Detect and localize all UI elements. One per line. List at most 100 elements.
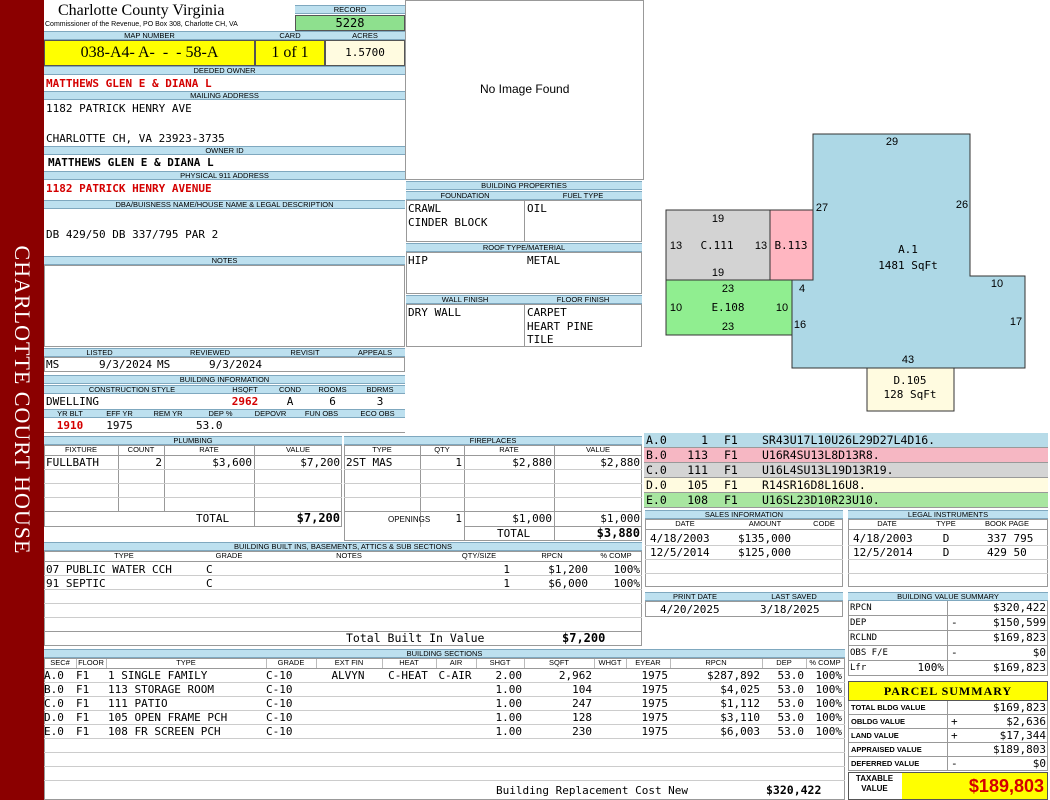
divider [44,631,642,632]
builtin-type: 91 SEPTIC [46,577,106,590]
bdrms-value: 3 [376,395,384,408]
value-summary-title: BUILDING VALUE SUMMARY [848,592,1048,601]
parcel-summary-label: LAND VALUE [851,731,899,740]
builtin-qty: 1 [503,563,510,576]
notes-label: NOTES [44,256,405,265]
style-label: CONSTRUCTION STYLE [44,385,220,394]
taxable-label: TAXABLE VALUE [855,774,894,793]
divider [266,659,267,668]
section-eyear: 1975 [641,669,669,682]
section-dep: 53.0 [777,725,805,738]
parcel-summary-title: PARCEL SUMMARY [848,681,1048,701]
rooms-label: ROOMS [310,385,355,394]
legal-date: 12/5/2014 [853,546,913,559]
value-summary-label: OBS F/E [850,648,888,658]
section-dep: 53.0 [777,669,805,682]
card-label: CARD [255,31,325,40]
cond-value: A [286,395,294,408]
roof-box [406,252,642,294]
mailing-address-line1: 1182 PATRICK HENRY AVE [46,102,192,115]
divider [645,559,843,560]
divider [76,659,77,668]
sketch-code-row: A.0 1 F1 SR43U17L10U26L29D27L4D16. [644,433,1048,448]
value-summary-row: OBS F/E - $0 [848,646,1048,661]
divider [947,601,948,615]
sections-col-sqft: SQFT [549,658,569,667]
physical-address-label: PHYSICAL 911 ADDRESS [44,171,405,180]
sketch-dim: 26 [956,199,968,211]
sketch-code-f: F1 [724,493,738,507]
sketch-code-n: 105 [687,478,708,492]
sketch-code-row: E.0 108 F1 U16SL23D10R23U10. [644,493,1048,508]
sections-col-comp: % COMP [809,658,841,667]
value-summary-value: $169,823 [993,631,1046,644]
sales-title: SALES INFORMATION [645,510,843,519]
legal-date: 4/18/2003 [853,532,913,545]
section-rpcn: $3,110 [720,711,760,724]
value-summary-label: Lfr [850,663,867,673]
divider [762,659,763,668]
sketch-code-sec: E.0 [646,493,667,507]
parcel-summary-value: $17,344 [999,729,1046,742]
sketch-dim: 27 [816,202,828,214]
parcel-summary-row: TOTAL BLDG VALUE $169,823 [848,701,1048,715]
section-floor: F1 [76,669,90,682]
dep-label: DEP % [193,409,248,418]
sketch-code-n: 1 [701,433,708,447]
openings-qty: 1 [455,512,462,525]
sketch-label-a: A.1 [898,243,918,256]
divider [524,200,525,242]
section-grade: C-10 [266,669,293,682]
divider [594,659,595,668]
record-value: 5228 [295,15,405,31]
value-summary-pct: 100% [917,661,945,674]
sketch-dim: 10 [776,302,788,314]
section-type: 108 FR SCREEN PCH [108,725,221,738]
sketch-code-sec: A.0 [646,433,667,447]
rooms-value: 6 [329,395,336,408]
sale-date: 4/18/2003 [650,532,710,545]
fireplaces-total-label: TOTAL [497,527,531,540]
value-summary-value: $0 [1032,646,1046,659]
sketch-code-f: F1 [724,448,738,462]
sketch-dim: 17 [1010,316,1022,328]
sketch-code-f: F1 [724,478,738,492]
section-type: 1 SINGLE FAMILY [108,669,208,682]
fireplaces-total: $3,880 [596,526,640,540]
wall-finish: DRY WALL [408,306,461,319]
sections-col-air: AIR [449,658,463,667]
deeded-owner: MATTHEWS GLEN E & DIANA L [46,77,212,90]
sketch-dim: 4 [799,283,805,295]
divider [44,738,845,739]
sale-amount: $125,000 [738,546,791,559]
divider [344,483,642,484]
parcel-summary-row: APPRAISED VALUE $189,803 [848,743,1048,757]
parcel-summary-row: DEFERRED VALUE - $0 [848,757,1048,771]
divider [947,701,948,714]
legal-book: 429 50 [987,546,1027,559]
section-dep: 53.0 [777,683,805,696]
last-saved: 3/18/2025 [760,603,820,616]
roof-label: ROOF TYPE/MATERIAL [406,243,642,252]
sketch-dim: 13 [670,240,682,252]
owner-id: MATTHEWS GLEN E & DIANA L [48,156,214,169]
sections-col-type: TYPE [176,658,196,667]
section-comp: 100% [815,725,843,738]
sketch-code-f: F1 [724,463,738,477]
listed-date: 9/3/2024 [99,358,152,371]
notes-box [44,265,405,347]
sidebar: CHARLOTTE COURT HOUSE [0,0,44,800]
fireplaces-col-type: TYPE [372,445,392,454]
value-summary-value: $169,823 [993,661,1046,674]
floor-finish-1: CARPET [527,306,567,319]
builtins-col-notes: NOTES [336,551,362,560]
listed-label: LISTED [44,348,155,357]
section-sqft: 230 [572,725,592,738]
sketch-code-code: U16SL23D10R23U10. [762,493,880,507]
divider [44,617,642,618]
section-sqft: 247 [572,697,592,710]
value-summary-label: RCLND [850,633,878,643]
divider [947,743,948,756]
section-sqft: 2,962 [558,669,592,682]
section-rpcn: $6,003 [720,725,760,738]
